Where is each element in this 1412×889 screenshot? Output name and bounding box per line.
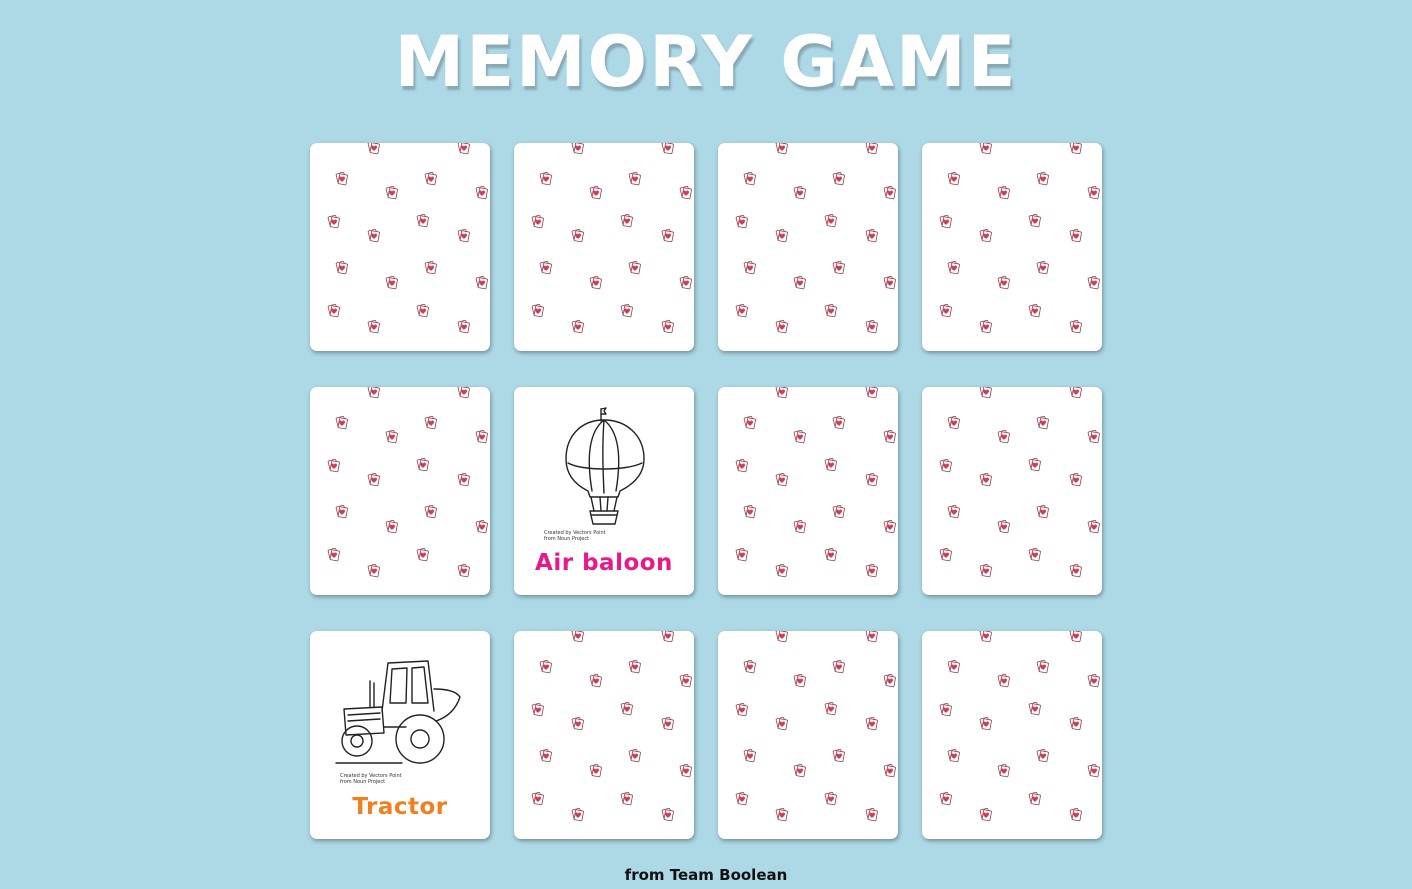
card-back-pattern <box>718 631 898 839</box>
card-back-pattern <box>718 143 898 351</box>
memory-card[interactable] <box>514 631 694 839</box>
footer-credit: from Team Boolean <box>624 866 788 884</box>
page-title: MEMORY GAME <box>394 21 1018 103</box>
card-back-pattern <box>310 387 490 595</box>
memory-card[interactable] <box>718 143 898 351</box>
memory-card-tractor[interactable]: Created by Vectors Point from Noun Proje… <box>310 631 490 839</box>
memory-card[interactable] <box>922 631 1102 839</box>
memory-card[interactable] <box>718 631 898 839</box>
card-back-pattern <box>310 143 490 351</box>
card-credit-line: from Noun Project <box>544 536 590 542</box>
game-board: Created by Vectors Point from Noun Proje… <box>310 143 1102 839</box>
memory-card-air-balloon[interactable]: Created by Vectors Point from Noun Proje… <box>514 387 694 595</box>
memory-card[interactable] <box>310 387 490 595</box>
card-label: Air baloon <box>535 550 673 576</box>
memory-card[interactable] <box>922 387 1102 595</box>
memory-card[interactable] <box>310 143 490 351</box>
memory-card[interactable] <box>922 143 1102 351</box>
card-back-pattern <box>922 631 1102 839</box>
memory-card[interactable] <box>514 143 694 351</box>
card-back-pattern <box>514 143 694 351</box>
card-back-pattern <box>718 387 898 595</box>
memory-card[interactable] <box>718 387 898 595</box>
card-credit-line: from Noun Project <box>340 779 386 785</box>
card-back-pattern <box>922 143 1102 351</box>
card-label: Tractor <box>352 794 448 820</box>
card-back-pattern <box>922 387 1102 595</box>
card-back-pattern <box>514 631 694 839</box>
